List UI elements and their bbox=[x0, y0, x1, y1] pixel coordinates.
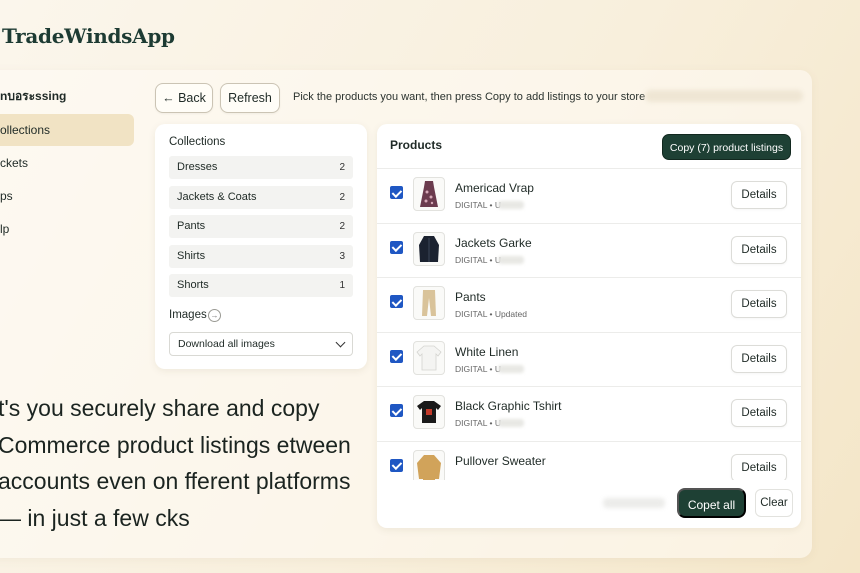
product-checkbox[interactable] bbox=[390, 349, 403, 363]
info-icon[interactable]: → bbox=[208, 309, 221, 322]
sweater-icon bbox=[413, 449, 445, 480]
product-name: Americad Vrap bbox=[455, 181, 534, 195]
product-list: Americad Vrap DIGITAL • U Details Jacket… bbox=[377, 169, 801, 480]
collection-row-shirts[interactable]: Shirts 3 bbox=[169, 244, 353, 268]
product-row: Jackets Garke DIGITAL • U Details bbox=[377, 224, 801, 278]
products-header: Products Copy (7) product listings bbox=[377, 124, 801, 169]
product-checkbox[interactable] bbox=[390, 458, 403, 472]
copy-all-button[interactable]: Copet all bbox=[677, 488, 746, 518]
blurred-text bbox=[498, 419, 524, 427]
app-brand: TradeWindsApp bbox=[2, 24, 175, 48]
sidebar-item-jackets[interactable]: ckets bbox=[0, 147, 134, 179]
details-button[interactable]: Details bbox=[731, 290, 787, 318]
details-button[interactable]: Details bbox=[731, 181, 787, 209]
collections-panel: Collections Dresses 2 Jackets & Coats 2 … bbox=[155, 124, 367, 369]
product-row: Black Graphic Tshirt DIGITAL • U Details bbox=[377, 387, 801, 442]
blurred-text bbox=[498, 364, 524, 373]
tshirt-icon bbox=[413, 395, 445, 429]
product-row: Pants DIGITAL • Updated Details bbox=[377, 278, 801, 333]
chevron-down-icon bbox=[335, 337, 346, 348]
images-select[interactable]: Download all images bbox=[169, 332, 353, 356]
dress-icon bbox=[413, 177, 445, 211]
product-meta: DIGITAL • U bbox=[455, 418, 501, 428]
details-button[interactable]: Details bbox=[731, 453, 787, 480]
collection-count: 1 bbox=[339, 280, 345, 291]
blurred-text bbox=[498, 201, 524, 209]
product-meta: DIGITAL • U bbox=[455, 200, 501, 210]
collection-name: Jackets & Coats bbox=[177, 190, 257, 203]
product-checkbox[interactable] bbox=[390, 186, 403, 199]
collection-count: 3 bbox=[339, 250, 345, 262]
collection-name: Shorts bbox=[177, 279, 209, 291]
product-row: White Linen DIGITAL • U Details bbox=[377, 333, 801, 387]
blurred-text bbox=[498, 255, 524, 264]
collection-row-pants[interactable]: Pants 2 bbox=[169, 215, 353, 238]
products-title: Products bbox=[390, 138, 443, 152]
products-panel: Products Copy (7) product listings Ameri… bbox=[377, 124, 801, 528]
shirt-icon bbox=[413, 340, 445, 375]
instruction-hint: Pick the products you want, then press C… bbox=[293, 91, 646, 103]
sidebar-item-help[interactable]: lp bbox=[0, 213, 134, 245]
details-button[interactable]: Details bbox=[731, 399, 787, 427]
collection-count: 2 bbox=[339, 162, 345, 173]
product-name: White Linen bbox=[455, 344, 519, 359]
product-row: Pullover Sweater Details bbox=[377, 442, 801, 480]
details-button[interactable]: Details bbox=[731, 344, 787, 373]
details-button[interactable]: Details bbox=[731, 235, 787, 264]
blurred-text bbox=[645, 90, 803, 102]
copy-listings-button[interactable]: Copy (7) product listings bbox=[662, 134, 791, 160]
sidebar-item-ps[interactable]: ps bbox=[0, 180, 134, 212]
collection-row-shorts[interactable]: Shorts 1 bbox=[169, 274, 353, 297]
back-button[interactable]: ← Back bbox=[155, 83, 213, 113]
pants-icon bbox=[413, 286, 445, 320]
collection-row-jackets-coats[interactable]: Jackets & Coats 2 bbox=[169, 185, 353, 209]
collection-count: 2 bbox=[339, 191, 345, 203]
jacket-icon bbox=[413, 231, 445, 266]
product-meta: DIGITAL • Updated bbox=[455, 309, 527, 319]
product-meta: DIGITAL • U bbox=[455, 363, 501, 374]
refresh-button[interactable]: Refresh bbox=[220, 83, 280, 113]
blurred-text bbox=[603, 498, 665, 508]
images-label: Images bbox=[169, 309, 207, 321]
product-name: Black Graphic Tshirt bbox=[455, 399, 562, 413]
product-row: Americad Vrap DIGITAL • U Details bbox=[377, 169, 801, 224]
collections-title: Collections bbox=[169, 136, 226, 148]
clear-button[interactable]: Clear bbox=[755, 489, 793, 517]
product-checkbox[interactable] bbox=[390, 404, 403, 417]
sidebar-item-collections[interactable]: ollections bbox=[0, 114, 134, 146]
collection-name: Pants bbox=[177, 220, 206, 232]
collection-name: Dresses bbox=[177, 161, 218, 173]
product-name: Pants bbox=[455, 290, 486, 304]
collection-count: 2 bbox=[339, 221, 345, 232]
product-checkbox[interactable] bbox=[390, 240, 403, 254]
images-select-value: Download all images bbox=[178, 338, 275, 350]
marketing-tagline: t's you securely share and copy Commerce… bbox=[0, 395, 351, 531]
product-meta: DIGITAL • U bbox=[455, 254, 501, 265]
collection-name: Shirts bbox=[177, 249, 206, 262]
product-name: Jackets Garke bbox=[455, 235, 532, 250]
collection-row-dresses[interactable]: Dresses 2 bbox=[169, 156, 353, 179]
sidebar-title: nบอระssing bbox=[0, 89, 67, 103]
product-name: Pullover Sweater bbox=[455, 453, 546, 468]
product-checkbox[interactable] bbox=[390, 295, 403, 308]
